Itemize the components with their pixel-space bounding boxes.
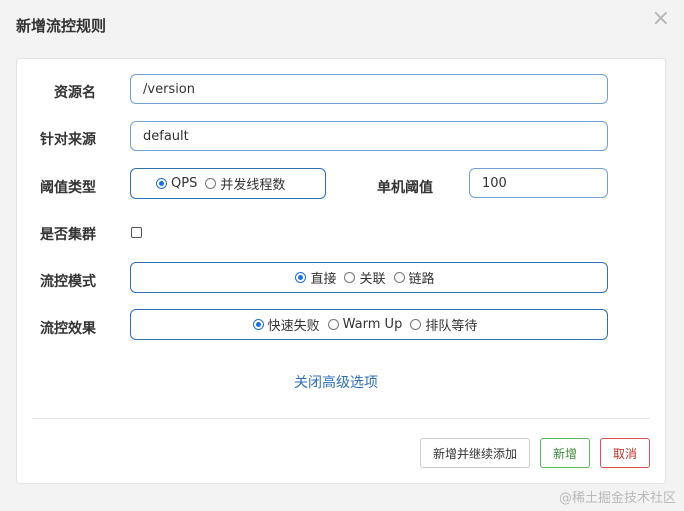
flow-rule-dialog: 新增流控规则 × 资源名 针对来源 阈值类型 QPS 并发线程数 单机阈值 是否… xyxy=(0,0,684,511)
count-input[interactable] xyxy=(469,168,608,198)
count-label: 单机阈值 xyxy=(377,180,433,196)
grade-radio-group: QPS 并发线程数 xyxy=(130,168,326,199)
cancel-button[interactable]: 取消 xyxy=(600,438,650,468)
cluster-checkbox[interactable] xyxy=(131,227,142,238)
radio-unchecked-icon[interactable] xyxy=(205,178,217,189)
resource-input[interactable] xyxy=(130,74,608,104)
footer-divider xyxy=(32,418,650,419)
dialog-title: 新增流控规则 xyxy=(16,17,107,35)
grade-option-label: QPS xyxy=(171,176,198,191)
behavior-option-label: 快速失败 xyxy=(267,319,320,334)
resource-label: 资源名 xyxy=(54,85,96,101)
add-button[interactable]: 新增 xyxy=(540,438,590,468)
strategy-label: 流控模式 xyxy=(40,274,96,290)
grade-option-threads[interactable]: 并发线程数 xyxy=(205,174,285,193)
radio-unchecked-icon[interactable] xyxy=(327,319,339,330)
advanced-options-toggle[interactable]: 关闭高级选项 xyxy=(294,372,378,392)
behavior-option-fast-fail[interactable]: 快速失败 xyxy=(252,315,320,334)
limit-app-label: 针对来源 xyxy=(40,132,96,148)
radio-unchecked-icon[interactable] xyxy=(344,272,356,283)
grade-option-qps[interactable]: QPS xyxy=(156,176,197,191)
strategy-option-label: 直接 xyxy=(310,272,337,287)
radio-checked-icon[interactable] xyxy=(295,272,307,283)
add-and-continue-button[interactable]: 新增并继续添加 xyxy=(420,438,530,468)
strategy-option-chain[interactable]: 链路 xyxy=(393,268,435,287)
strategy-option-relate[interactable]: 关联 xyxy=(344,268,386,287)
cluster-label: 是否集群 xyxy=(40,227,96,243)
radio-unchecked-icon[interactable] xyxy=(410,319,422,330)
behavior-option-queue[interactable]: 排队等待 xyxy=(410,315,477,334)
watermark: @稀土掘金技术社区 xyxy=(558,491,676,506)
limit-app-input[interactable] xyxy=(130,121,608,151)
grade-label: 阈值类型 xyxy=(40,180,96,196)
behavior-radio-group: 快速失败 Warm Up 排队等待 xyxy=(130,309,608,340)
behavior-option-label: 排队等待 xyxy=(425,319,478,334)
close-icon[interactable]: × xyxy=(652,8,670,30)
behavior-option-warm-up[interactable]: Warm Up xyxy=(327,317,403,332)
behavior-label: 流控效果 xyxy=(40,321,96,337)
strategy-option-label: 链路 xyxy=(408,272,435,287)
radio-checked-icon[interactable] xyxy=(156,178,167,189)
radio-unchecked-icon[interactable] xyxy=(393,272,405,283)
strategy-option-label: 关联 xyxy=(359,272,386,287)
radio-checked-icon[interactable] xyxy=(252,319,264,330)
grade-option-label: 并发线程数 xyxy=(220,178,286,193)
behavior-option-label: Warm Up xyxy=(342,317,403,332)
strategy-radio-group: 直接 关联 链路 xyxy=(130,262,608,293)
strategy-option-direct[interactable]: 直接 xyxy=(295,268,336,287)
